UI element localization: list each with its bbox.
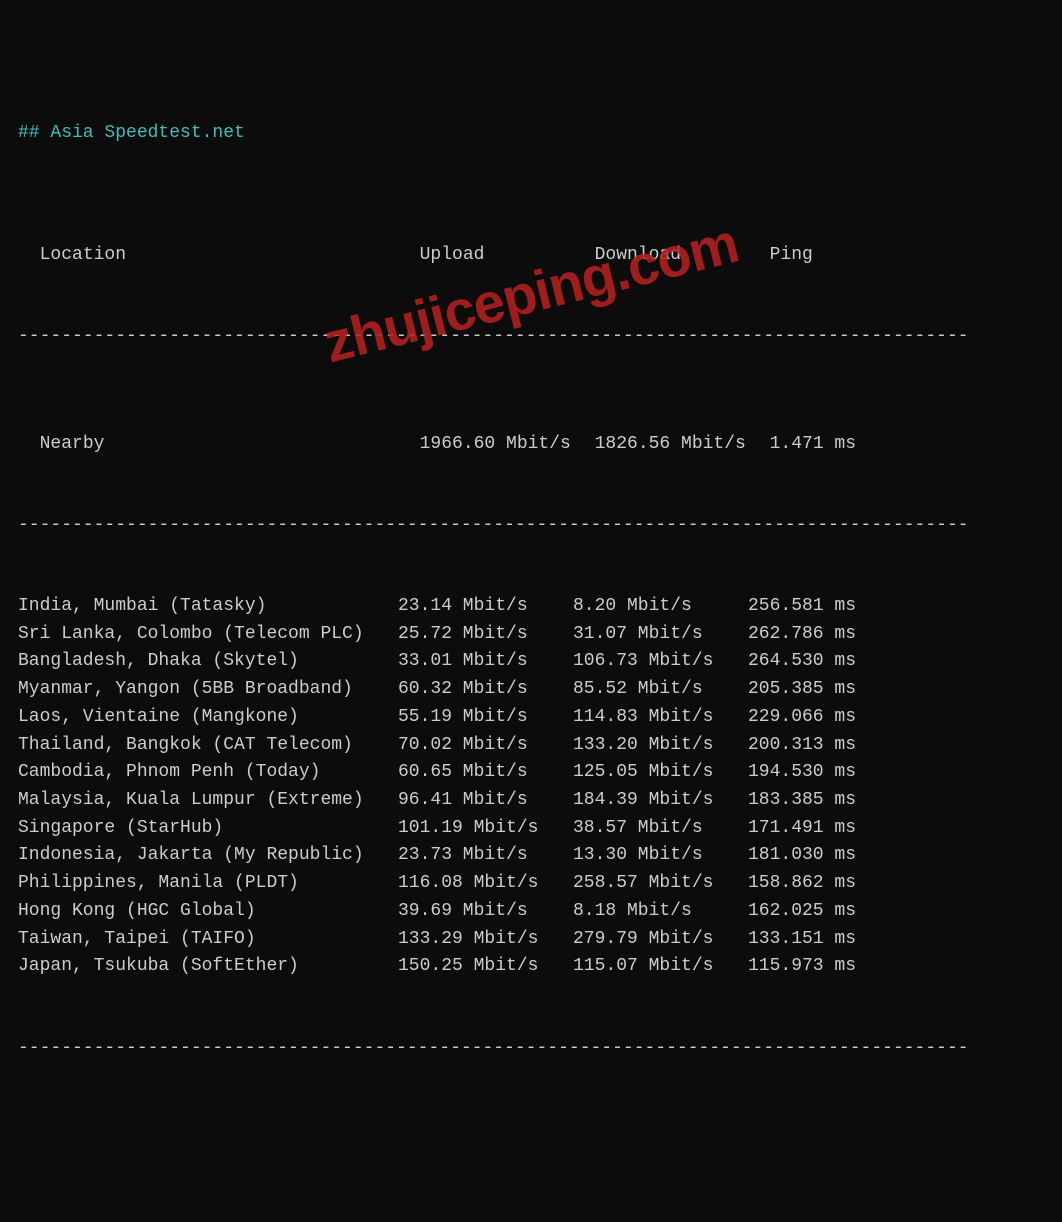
table-row: Myanmar, Yangon (5BB Broadband)60.32 Mbi… xyxy=(18,676,1044,704)
cell-download: 133.20 Mbit/s xyxy=(573,732,748,760)
cell-upload: 25.72 Mbit/s xyxy=(398,621,573,649)
cell-location: Thailand, Bangkok (CAT Telecom) xyxy=(18,732,398,760)
cell-ping: 183.385 ms xyxy=(748,787,856,815)
cell-ping: 194.530 ms xyxy=(748,759,856,787)
table-row: Cambodia, Phnom Penh (Today)60.65 Mbit/s… xyxy=(18,759,1044,787)
cell-location: Japan, Tsukuba (SoftEther) xyxy=(18,953,398,981)
nearby-row: Nearby1966.60 Mbit/s1826.56 Mbit/s1.471 … xyxy=(18,404,1044,458)
nearby-ping: 1.471 ms xyxy=(770,431,856,458)
cell-ping: 205.385 ms xyxy=(748,676,856,704)
cell-download: 8.18 Mbit/s xyxy=(573,898,748,926)
cell-upload: 39.69 Mbit/s xyxy=(398,898,573,926)
table-row: Singapore (StarHub)101.19 Mbit/s38.57 Mb… xyxy=(18,815,1044,843)
cell-ping: 264.530 ms xyxy=(748,648,856,676)
cell-location: Bangladesh, Dhaka (Skytel) xyxy=(18,648,398,676)
cell-location: Laos, Vientaine (Mangkone) xyxy=(18,704,398,732)
table-body: India, Mumbai (Tatasky)23.14 Mbit/s8.20 … xyxy=(18,593,1044,981)
nearby-download: 1826.56 Mbit/s xyxy=(595,431,770,458)
cell-upload: 33.01 Mbit/s xyxy=(398,648,573,676)
cell-ping: 171.491 ms xyxy=(748,815,856,843)
table-row: India, Mumbai (Tatasky)23.14 Mbit/s8.20 … xyxy=(18,593,1044,621)
column-header-upload: Upload xyxy=(420,242,595,269)
column-header-ping: Ping xyxy=(770,242,813,269)
cell-download: 125.05 Mbit/s xyxy=(573,759,748,787)
cell-location: Sri Lanka, Colombo (Telecom PLC) xyxy=(18,621,398,649)
divider: ----------------------------------------… xyxy=(18,1035,1044,1062)
cell-ping: 115.973 ms xyxy=(748,953,856,981)
cell-upload: 60.32 Mbit/s xyxy=(398,676,573,704)
cell-download: 13.30 Mbit/s xyxy=(573,842,748,870)
cell-download: 106.73 Mbit/s xyxy=(573,648,748,676)
cell-upload: 96.41 Mbit/s xyxy=(398,787,573,815)
cell-ping: 181.030 ms xyxy=(748,842,856,870)
cell-ping: 200.313 ms xyxy=(748,732,856,760)
cell-download: 184.39 Mbit/s xyxy=(573,787,748,815)
cell-upload: 55.19 Mbit/s xyxy=(398,704,573,732)
table-row: Indonesia, Jakarta (My Republic)23.73 Mb… xyxy=(18,842,1044,870)
cell-location: Indonesia, Jakarta (My Republic) xyxy=(18,842,398,870)
cell-download: 38.57 Mbit/s xyxy=(573,815,748,843)
table-row: Japan, Tsukuba (SoftEther)150.25 Mbit/s1… xyxy=(18,953,1044,981)
cell-location: Taiwan, Taipei (TAIFO) xyxy=(18,926,398,954)
cell-ping: 133.151 ms xyxy=(748,926,856,954)
cell-upload: 23.73 Mbit/s xyxy=(398,842,573,870)
table-row: Taiwan, Taipei (TAIFO)133.29 Mbit/s279.7… xyxy=(18,926,1044,954)
cell-upload: 116.08 Mbit/s xyxy=(398,870,573,898)
cell-download: 258.57 Mbit/s xyxy=(573,870,748,898)
cell-download: 115.07 Mbit/s xyxy=(573,953,748,981)
table-row: Laos, Vientaine (Mangkone)55.19 Mbit/s11… xyxy=(18,704,1044,732)
column-header-download: Download xyxy=(595,242,770,269)
table-row: Thailand, Bangkok (CAT Telecom)70.02 Mbi… xyxy=(18,732,1044,760)
table-row: Sri Lanka, Colombo (Telecom PLC)25.72 Mb… xyxy=(18,621,1044,649)
cell-location: Hong Kong (HGC Global) xyxy=(18,898,398,926)
cell-ping: 256.581 ms xyxy=(748,593,856,621)
cell-download: 31.07 Mbit/s xyxy=(573,621,748,649)
cell-ping: 162.025 ms xyxy=(748,898,856,926)
cell-ping: 229.066 ms xyxy=(748,704,856,732)
table-row: Bangladesh, Dhaka (Skytel)33.01 Mbit/s10… xyxy=(18,648,1044,676)
nearby-location: Nearby xyxy=(40,431,420,458)
cell-download: 85.52 Mbit/s xyxy=(573,676,748,704)
cell-download: 279.79 Mbit/s xyxy=(573,926,748,954)
cell-upload: 101.19 Mbit/s xyxy=(398,815,573,843)
cell-location: India, Mumbai (Tatasky) xyxy=(18,593,398,621)
cell-location: Singapore (StarHub) xyxy=(18,815,398,843)
divider: ----------------------------------------… xyxy=(18,323,1044,350)
cell-location: Cambodia, Phnom Penh (Today) xyxy=(18,759,398,787)
cell-ping: 158.862 ms xyxy=(748,870,856,898)
cell-location: Philippines, Manila (PLDT) xyxy=(18,870,398,898)
section-title: ## Asia Speedtest.net xyxy=(18,120,1044,147)
column-header-location: Location xyxy=(40,242,420,269)
cell-location: Malaysia, Kuala Lumpur (Extreme) xyxy=(18,787,398,815)
cell-upload: 23.14 Mbit/s xyxy=(398,593,573,621)
nearby-upload: 1966.60 Mbit/s xyxy=(420,431,595,458)
cell-upload: 133.29 Mbit/s xyxy=(398,926,573,954)
cell-ping: 262.786 ms xyxy=(748,621,856,649)
divider: ----------------------------------------… xyxy=(18,512,1044,539)
cell-download: 114.83 Mbit/s xyxy=(573,704,748,732)
table-header-row: LocationUploadDownloadPing xyxy=(18,215,1044,269)
cell-location: Myanmar, Yangon (5BB Broadband) xyxy=(18,676,398,704)
table-row: Malaysia, Kuala Lumpur (Extreme)96.41 Mb… xyxy=(18,787,1044,815)
cell-upload: 60.65 Mbit/s xyxy=(398,759,573,787)
cell-download: 8.20 Mbit/s xyxy=(573,593,748,621)
cell-upload: 70.02 Mbit/s xyxy=(398,732,573,760)
table-row: Philippines, Manila (PLDT)116.08 Mbit/s2… xyxy=(18,870,1044,898)
table-row: Hong Kong (HGC Global)39.69 Mbit/s8.18 M… xyxy=(18,898,1044,926)
cell-upload: 150.25 Mbit/s xyxy=(398,953,573,981)
